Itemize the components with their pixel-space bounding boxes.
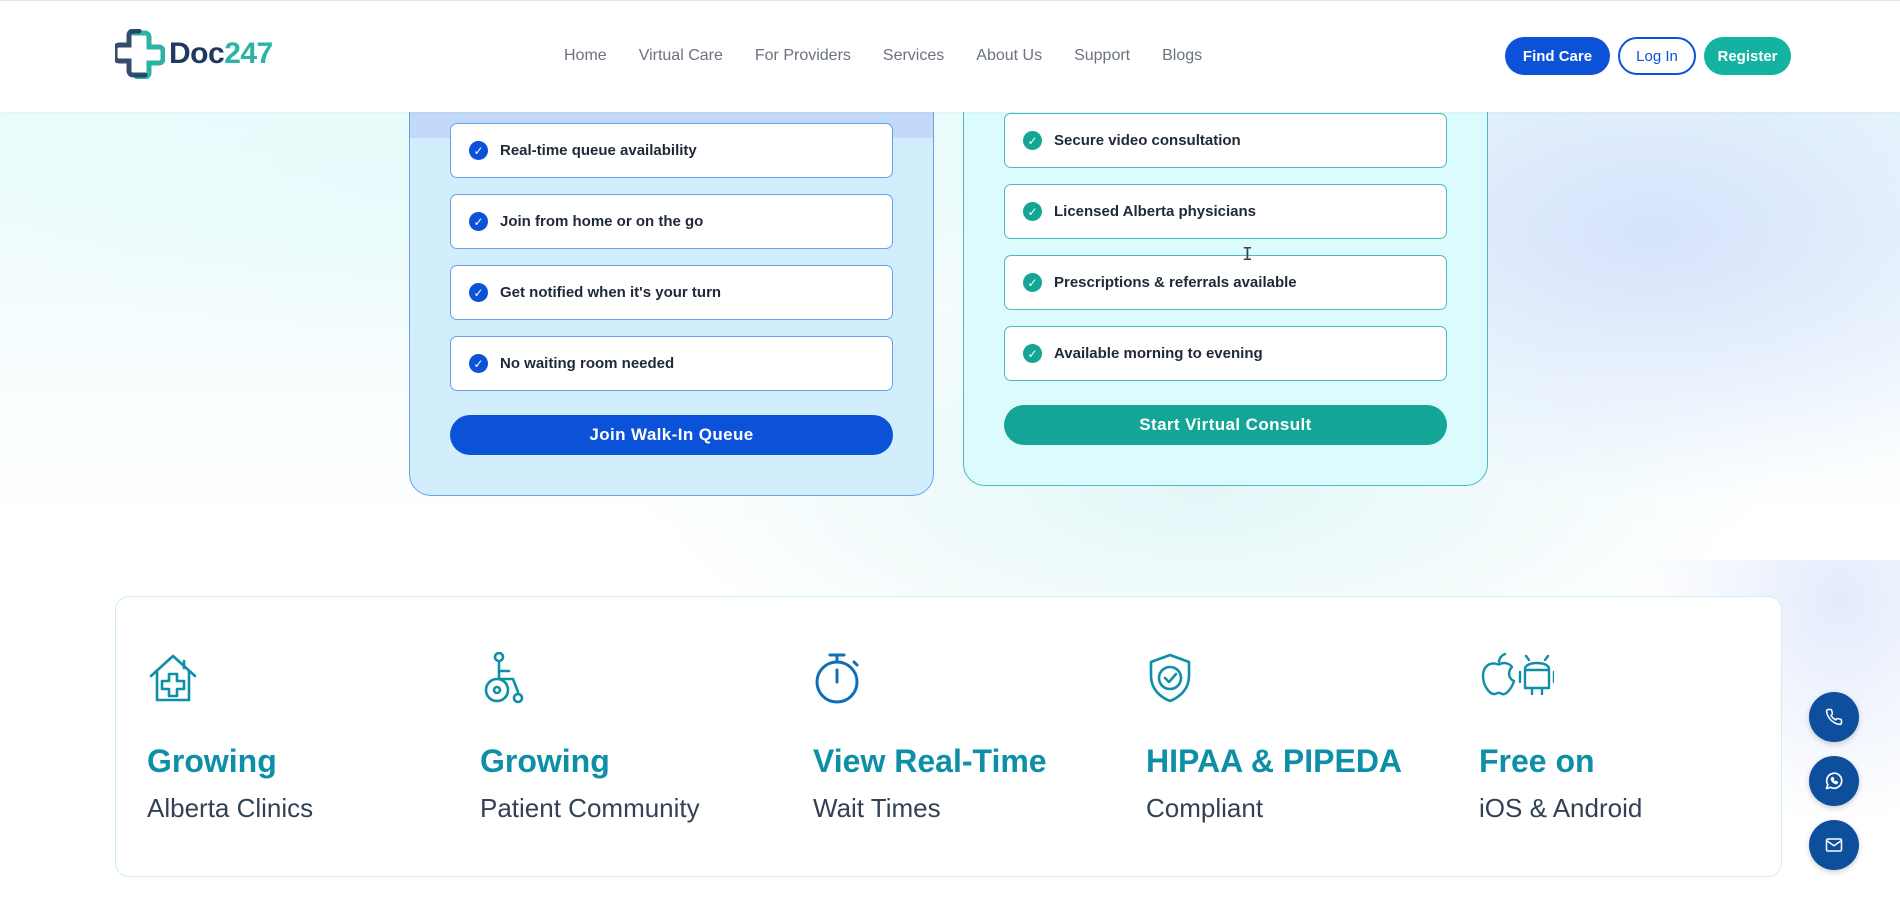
- logo-doc-text: Doc: [169, 37, 225, 70]
- header-actions: Find Care Log In Register: [1505, 37, 1791, 75]
- nav-services[interactable]: Services: [883, 47, 944, 65]
- walk-in-feature: ✓ Real-time queue availability: [450, 123, 893, 178]
- feature-label: Secure video consultation: [1054, 132, 1241, 149]
- nav-blogs[interactable]: Blogs: [1162, 47, 1202, 65]
- check-badge-icon: ✓: [1023, 344, 1042, 363]
- walk-in-card: ✓ Real-time queue availability ✓ Join fr…: [409, 60, 934, 496]
- check-badge-icon: ✓: [469, 283, 488, 302]
- check-badge-icon: ✓: [469, 141, 488, 160]
- stat-subtitle: Alberta Clinics: [147, 793, 314, 823]
- stat-subtitle: Wait Times: [813, 793, 941, 823]
- join-walk-in-queue-button[interactable]: Join Walk-In Queue: [450, 415, 893, 455]
- phone-icon: [1825, 708, 1843, 726]
- nav-support[interactable]: Support: [1074, 47, 1130, 65]
- stat-subtitle: Patient Community: [480, 793, 700, 823]
- register-button[interactable]: Register: [1704, 37, 1791, 75]
- virtual-feature: ✓ Prescriptions & referrals available: [1004, 255, 1447, 310]
- site-header: Doc247 Home Virtual Care For Providers S…: [0, 0, 1900, 112]
- walk-in-feature: ✓ Join from home or on the go: [450, 194, 893, 249]
- shield-check-icon: [1149, 653, 1191, 703]
- check-badge-icon: ✓: [1023, 273, 1042, 292]
- email-button[interactable]: [1809, 820, 1859, 870]
- nav-virtual-care[interactable]: Virtual Care: [639, 47, 723, 65]
- start-virtual-consult-button[interactable]: Start Virtual Consult: [1004, 405, 1447, 445]
- mail-icon: [1825, 838, 1843, 852]
- clinic-house-icon: [149, 654, 197, 702]
- logo-247-text: 247: [224, 37, 273, 70]
- stopwatch-icon: [815, 653, 859, 704]
- feature-label: Join from home or on the go: [500, 213, 704, 230]
- stat-title: Growing: [147, 743, 277, 779]
- find-care-button[interactable]: Find Care: [1505, 37, 1610, 75]
- stat-item: Growing Alberta Clinics: [116, 597, 416, 878]
- stat-subtitle: Compliant: [1146, 793, 1264, 823]
- whatsapp-button[interactable]: [1809, 756, 1859, 806]
- virtual-consult-card: ✓ Secure video consultation ✓ Licensed A…: [963, 60, 1488, 486]
- nav-for-providers[interactable]: For Providers: [755, 47, 851, 65]
- hero-background: [0, 112, 1900, 612]
- stat-title: Growing: [480, 743, 610, 779]
- check-badge-icon: ✓: [1023, 202, 1042, 221]
- stat-item: View Real-Time Wait Times: [782, 597, 1082, 878]
- stat-subtitle: iOS & Android: [1479, 793, 1643, 823]
- text-cursor-icon: I: [1242, 244, 1253, 265]
- logo-text: Doc247: [169, 37, 273, 71]
- logo[interactable]: Doc247: [115, 29, 273, 79]
- walk-in-feature: ✓ Get notified when it's your turn: [450, 265, 893, 320]
- virtual-feature: ✓ Secure video consultation: [1004, 113, 1447, 168]
- feature-label: Real-time queue availability: [500, 142, 697, 159]
- feature-label: Available morning to evening: [1054, 345, 1263, 362]
- stat-title: View Real-Time: [813, 743, 1047, 779]
- feature-label: No waiting room needed: [500, 355, 675, 372]
- wheelchair-patient-icon: [484, 652, 524, 704]
- stat-item: HIPAA & PIPEDA Compliant: [1115, 597, 1415, 878]
- stat-item: Free on iOS & Android: [1448, 597, 1748, 878]
- nav-home[interactable]: Home: [564, 47, 607, 65]
- walk-in-feature: ✓ No waiting room needed: [450, 336, 893, 391]
- stat-item: Growing Patient Community: [449, 597, 749, 878]
- feature-label: Get notified when it's your turn: [500, 284, 722, 301]
- stats-strip: Growing Alberta Clinics Growing Patient …: [115, 596, 1782, 877]
- nav-about-us[interactable]: About Us: [976, 47, 1042, 65]
- phone-button[interactable]: [1809, 692, 1859, 742]
- check-badge-icon: ✓: [1023, 131, 1042, 150]
- check-badge-icon: ✓: [469, 354, 488, 373]
- stat-title: HIPAA & PIPEDA: [1146, 743, 1403, 779]
- login-button[interactable]: Log In: [1618, 37, 1696, 75]
- virtual-feature: ✓ Available morning to evening: [1004, 326, 1447, 381]
- virtual-feature: ✓ Licensed Alberta physicians: [1004, 184, 1447, 239]
- feature-label: Prescriptions & referrals available: [1054, 274, 1297, 291]
- feature-label: Licensed Alberta physicians: [1054, 203, 1257, 220]
- apple-android-icon: [1481, 652, 1554, 696]
- check-badge-icon: ✓: [469, 212, 488, 231]
- stat-title: Free on: [1479, 743, 1595, 779]
- cross-logo-icon: [115, 29, 165, 79]
- main-nav: Home Virtual Care For Providers Services…: [564, 47, 1234, 65]
- whatsapp-icon: [1825, 772, 1843, 790]
